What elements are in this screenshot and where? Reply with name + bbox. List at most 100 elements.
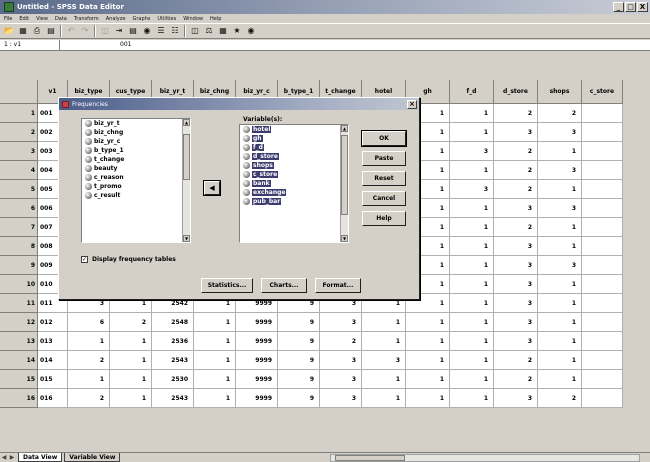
statistics-button[interactable]: Statistics...: [201, 278, 253, 293]
variable-list-item[interactable]: pub_bar: [240, 197, 348, 206]
table-cell[interactable]: 2530: [152, 370, 194, 389]
variable-list-item[interactable]: d_store: [240, 152, 348, 161]
redo-icon[interactable]: ↷: [79, 25, 91, 37]
table-cell[interactable]: 2: [494, 161, 538, 180]
table-cell[interactable]: 016: [38, 389, 68, 408]
table-cell[interactable]: 1: [362, 313, 406, 332]
table-cell[interactable]: 9999: [236, 313, 278, 332]
table-cell[interactable]: 2: [494, 104, 538, 123]
row-number[interactable]: 11: [0, 294, 38, 313]
table-cell[interactable]: 9999: [236, 351, 278, 370]
table-cell[interactable]: [582, 389, 623, 408]
table-cell[interactable]: 015: [38, 370, 68, 389]
variable-list-item[interactable]: c_store: [240, 170, 348, 179]
table-cell[interactable]: [582, 142, 623, 161]
table-cell[interactable]: 1: [450, 104, 494, 123]
variable-list-item[interactable]: shops: [240, 161, 348, 170]
table-cell[interactable]: 2: [494, 142, 538, 161]
variables-icon[interactable]: ▤: [127, 25, 139, 37]
select-cases-icon[interactable]: ▦: [217, 25, 229, 37]
table-cell[interactable]: 3: [320, 313, 362, 332]
insert-variable-icon[interactable]: ☷: [169, 25, 181, 37]
menu-data[interactable]: Data: [55, 16, 67, 22]
table-cell[interactable]: 1: [538, 351, 582, 370]
variable-list-item[interactable]: c_result: [82, 191, 190, 200]
table-cell[interactable]: 3: [494, 256, 538, 275]
table-cell[interactable]: 3: [494, 237, 538, 256]
table-cell[interactable]: 1: [406, 313, 450, 332]
table-cell[interactable]: 1: [538, 180, 582, 199]
table-cell[interactable]: 1: [450, 294, 494, 313]
table-cell[interactable]: 9999: [236, 389, 278, 408]
variable-list-item[interactable]: c_reason: [82, 173, 190, 182]
dialog-close-button[interactable]: ×: [407, 100, 417, 109]
table-cell[interactable]: 1: [538, 313, 582, 332]
table-cell[interactable]: 1: [362, 389, 406, 408]
table-cell[interactable]: 1: [450, 332, 494, 351]
table-cell[interactable]: 1: [538, 142, 582, 161]
menu-file[interactable]: File: [4, 16, 12, 22]
table-cell[interactable]: 3: [450, 180, 494, 199]
table-cell[interactable]: 9: [278, 351, 320, 370]
table-cell[interactable]: 1: [538, 275, 582, 294]
row-number[interactable]: 5: [0, 180, 38, 199]
menu-view[interactable]: View: [36, 16, 48, 22]
table-cell[interactable]: [582, 218, 623, 237]
table-cell[interactable]: 1: [450, 389, 494, 408]
table-cell[interactable]: 2: [538, 104, 582, 123]
column-header-shops[interactable]: shops: [538, 80, 582, 104]
table-cell[interactable]: 2: [494, 218, 538, 237]
variable-list-item[interactable]: t_promo: [82, 182, 190, 191]
close-button[interactable]: X: [637, 2, 648, 12]
scrollbar-thumb[interactable]: [183, 134, 190, 180]
paste-button[interactable]: Paste: [362, 151, 406, 166]
table-cell[interactable]: 1: [538, 237, 582, 256]
table-cell[interactable]: 1: [68, 332, 110, 351]
variable-list-item[interactable]: bank: [240, 179, 348, 188]
table-cell[interactable]: 1: [110, 370, 152, 389]
table-cell[interactable]: [582, 180, 623, 199]
table-cell[interactable]: [582, 313, 623, 332]
table-cell[interactable]: 2: [494, 351, 538, 370]
scrollbar-thumb[interactable]: [335, 455, 405, 461]
table-cell[interactable]: 1: [194, 313, 236, 332]
menu-utilities[interactable]: Utilities: [157, 16, 176, 22]
format-button[interactable]: Format...: [315, 278, 361, 293]
row-number[interactable]: 4: [0, 161, 38, 180]
table-cell[interactable]: 2536: [152, 332, 194, 351]
charts-button[interactable]: Charts...: [261, 278, 307, 293]
tab-variable-view[interactable]: Variable View: [64, 453, 121, 462]
row-number[interactable]: 6: [0, 199, 38, 218]
table-cell[interactable]: 9999: [236, 332, 278, 351]
move-variable-button[interactable]: ◀: [204, 181, 220, 195]
cancel-button[interactable]: Cancel: [362, 191, 406, 206]
menu-transform[interactable]: Transform: [74, 16, 99, 22]
table-cell[interactable]: 013: [38, 332, 68, 351]
scroll-down-icon[interactable]: ▼: [341, 235, 348, 242]
variable-list-item[interactable]: hotel: [240, 125, 348, 134]
table-cell[interactable]: 1: [110, 389, 152, 408]
row-number[interactable]: 13: [0, 332, 38, 351]
table-cell[interactable]: 1: [450, 313, 494, 332]
row-number[interactable]: 8: [0, 237, 38, 256]
table-cell[interactable]: 1: [450, 256, 494, 275]
insert-case-icon[interactable]: ☰: [155, 25, 167, 37]
table-cell[interactable]: 1: [450, 161, 494, 180]
table-cell[interactable]: 3: [320, 351, 362, 370]
row-number[interactable]: 3: [0, 142, 38, 161]
help-button[interactable]: Help: [362, 211, 406, 226]
table-cell[interactable]: 9: [278, 370, 320, 389]
value-labels-icon[interactable]: ★: [231, 25, 243, 37]
variable-list-item[interactable]: f_d: [240, 143, 348, 152]
table-cell[interactable]: 1: [450, 199, 494, 218]
table-cell[interactable]: [582, 370, 623, 389]
scrollbar-thumb[interactable]: [341, 135, 348, 215]
table-cell[interactable]: 1: [362, 370, 406, 389]
goto-chart-icon[interactable]: ◫: [99, 25, 111, 37]
table-cell[interactable]: 3: [494, 389, 538, 408]
reset-button[interactable]: Reset: [362, 171, 406, 186]
table-cell[interactable]: 1: [194, 351, 236, 370]
use-sets-icon[interactable]: ◉: [245, 25, 257, 37]
table-cell[interactable]: 1: [538, 332, 582, 351]
tab-data-view[interactable]: Data View: [18, 453, 63, 462]
